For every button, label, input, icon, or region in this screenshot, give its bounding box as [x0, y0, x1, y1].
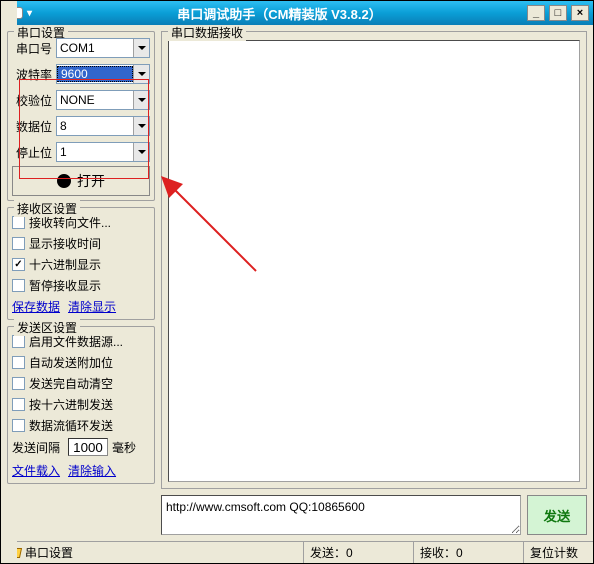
interval-label: 发送间隔 [12, 439, 64, 456]
rx-opt-checkbox-1[interactable] [12, 237, 25, 250]
tx-opt-checkbox-0[interactable] [12, 335, 25, 348]
window-title: 串口调试助手（CM精装版 V3.8.2） [32, 4, 527, 23]
rx-opt-label-3: 暂停接收显示 [29, 277, 101, 294]
rx-opt-row-3: 暂停接收显示 [12, 277, 150, 294]
reset-counter-button[interactable]: 复位计数 [523, 542, 593, 563]
rx-area-group: 串口数据接收 [161, 31, 587, 489]
rx-opt-row-2: 十六进制显示 [12, 256, 150, 273]
tx-textarea[interactable] [161, 495, 521, 535]
rx-opt-checkbox-2[interactable] [12, 258, 25, 271]
rx-area-title: 串口数据接收 [168, 25, 246, 41]
rx-opt-label-2: 十六进制显示 [29, 256, 101, 273]
stopbits-select[interactable]: 1 [56, 142, 150, 162]
stopbits-value: 1 [57, 145, 133, 159]
interval-unit: 毫秒 [112, 439, 136, 456]
tx-opt-label-3: 按十六进制发送 [29, 396, 113, 413]
clear-input-link[interactable]: 清除输入 [68, 462, 116, 479]
open-port-button[interactable]: 打开 [12, 166, 150, 196]
parity-label: 校验位 [12, 92, 52, 109]
chevron-down-icon [133, 39, 149, 57]
baud-value: 9600 [57, 66, 133, 82]
parity-select[interactable]: NONE [56, 90, 150, 110]
save-data-link[interactable]: 保存数据 [12, 298, 60, 315]
statusbar: 串口设置 发送：0 接收：0 复位计数 [1, 541, 593, 563]
open-button-label: 打开 [77, 171, 105, 191]
rx-settings-group: 接收区设置 接收转向文件...显示接收时间十六进制显示暂停接收显示 保存数据 清… [7, 207, 155, 320]
tx-opt-label-4: 数据流循环发送 [29, 417, 113, 434]
tx-opt-checkbox-1[interactable] [12, 356, 25, 369]
tx-opt-checkbox-2[interactable] [12, 377, 25, 390]
databits-value: 8 [57, 119, 133, 133]
stopbits-label: 停止位 [12, 144, 52, 161]
rx-opt-checkbox-0[interactable] [12, 216, 25, 229]
file-load-link[interactable]: 文件载入 [12, 462, 60, 479]
rx-opt-label-1: 显示接收时间 [29, 235, 101, 252]
databits-select[interactable]: 8 [56, 116, 150, 136]
tx-opt-row-3: 按十六进制发送 [12, 396, 150, 413]
tx-opt-row-2: 发送完自动清空 [12, 375, 150, 392]
tx-opt-checkbox-4[interactable] [12, 419, 25, 432]
port-select[interactable]: COM1 [56, 38, 150, 58]
tx-opt-label-2: 发送完自动清空 [29, 375, 113, 392]
baud-label: 波特率 [12, 66, 52, 83]
tx-opt-checkbox-3[interactable] [12, 398, 25, 411]
rx-textarea[interactable] [168, 40, 580, 482]
port-status-icon [57, 174, 71, 188]
tx-opt-row-1: 自动发送附加位 [12, 354, 150, 371]
send-button[interactable]: 发送 [527, 495, 587, 535]
parity-value: NONE [57, 93, 133, 107]
tx-opt-row-4: 数据流循环发送 [12, 417, 150, 434]
clear-display-link[interactable]: 清除显示 [68, 298, 116, 315]
rx-opt-checkbox-3[interactable] [12, 279, 25, 292]
chevron-down-icon [133, 143, 149, 161]
port-settings-group: 串口设置 串口号 COM1 波特率 9600 校验位 [7, 31, 155, 201]
tx-opt-label-1: 自动发送附加位 [29, 354, 113, 371]
titlebar[interactable]: ▾ 串口调试助手（CM精装版 V3.8.2） _ □ × [1, 1, 593, 25]
chevron-down-icon [133, 65, 149, 83]
rx-opt-row-1: 显示接收时间 [12, 235, 150, 252]
close-button[interactable]: × [571, 5, 589, 21]
status-label: 串口设置 [25, 544, 73, 561]
baud-select[interactable]: 9600 [56, 64, 150, 84]
port-value: COM1 [57, 41, 133, 55]
chevron-down-icon [133, 91, 149, 109]
tx-group-title: 发送区设置 [14, 319, 80, 336]
databits-label: 数据位 [12, 118, 52, 135]
interval-input[interactable] [68, 438, 108, 456]
status-tx: 发送：0 [303, 542, 413, 563]
rx-group-title: 接收区设置 [14, 200, 80, 217]
minimize-button[interactable]: _ [527, 5, 545, 21]
status-rx: 接收：0 [413, 542, 523, 563]
chevron-down-icon [133, 117, 149, 135]
port-label: 串口号 [12, 40, 52, 57]
tx-settings-group: 发送区设置 启用文件数据源...自动发送附加位发送完自动清空按十六进制发送数据流… [7, 326, 155, 484]
maximize-button[interactable]: □ [549, 5, 567, 21]
